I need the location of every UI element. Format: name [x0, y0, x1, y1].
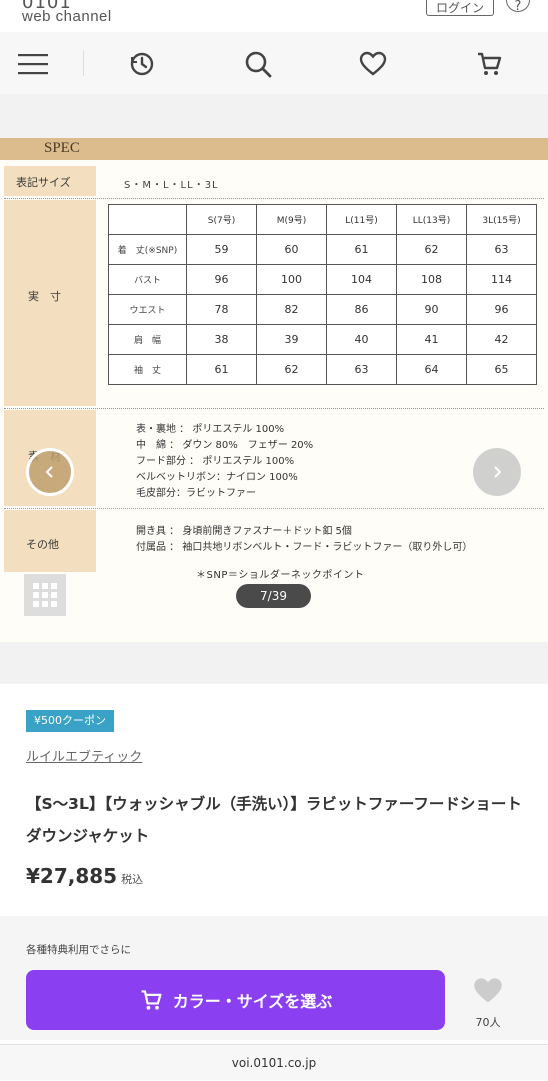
logo-text[interactable]: web channel: [22, 8, 112, 25]
table-corner: [108, 204, 187, 235]
table-row: 袖 丈 61 62 63 64 65: [108, 354, 537, 385]
coupon-badge[interactable]: ¥500クーポン: [26, 710, 114, 732]
chevron-left-icon: [45, 466, 53, 478]
material-line: 毛皮部分：ラビットファー: [136, 488, 256, 499]
benefit-text: 各種特典利用でさらに: [26, 944, 131, 956]
top-bar: 0101 web channel ログイン ?: [0, 0, 548, 32]
product-title: 【S〜3L】【ウォッシャブル（手洗い）】ラビットファーフードショートダウンジャケ…: [26, 795, 522, 845]
nav-divider: [83, 50, 84, 76]
search-icon[interactable]: [242, 48, 274, 80]
sizes-text: S・M・L・LL・3L: [124, 180, 219, 191]
product-info: ¥500クーポン ルイルエブティック 【S〜3L】【ウォッシャブル（手洗い）】ラ…: [0, 684, 548, 916]
actual-label: 実 寸: [28, 290, 61, 303]
grid-icon: [33, 583, 57, 607]
chevron-right-icon: [494, 466, 502, 478]
heart-icon[interactable]: [357, 48, 389, 80]
login-button[interactable]: ログイン: [426, 0, 494, 16]
dotted-divider: [4, 198, 544, 199]
favorite-button[interactable]: [470, 976, 506, 1010]
select-color-size-button[interactable]: カラー・サイズを選ぶ: [26, 970, 445, 1030]
table-header: M(9号): [256, 204, 327, 235]
history-icon[interactable]: [126, 48, 158, 80]
other-line: 開き具 ： 身頃前開きファスナー＋ドット釦 5個: [136, 526, 352, 537]
dotted-divider: [4, 508, 544, 509]
dotted-divider: [4, 408, 544, 409]
material-line: フード部分 ： ポリエステル 100%: [136, 456, 295, 467]
product-gallery[interactable]: SPEC 表記サイズ 実 寸 素 材 その他 S・M・L・LL・3L S(7号)…: [0, 94, 548, 684]
table-header: LL(13号): [396, 204, 467, 235]
table-row: 肩 幅 38 39 40 41 42: [108, 324, 537, 355]
prev-image-button[interactable]: [26, 448, 74, 496]
other-label: その他: [26, 538, 59, 551]
favorite-count: 70人: [475, 1016, 501, 1029]
heart-icon: [474, 978, 502, 1003]
table-row: 着 丈(※SNP) 59 60 61 62 63: [108, 234, 537, 265]
table-header: S(7号): [186, 204, 257, 235]
browser-url-bar[interactable]: voi.0101.co.jp: [0, 1044, 548, 1080]
price-value: ¥27,885: [26, 864, 118, 888]
menu-icon[interactable]: [17, 48, 49, 80]
grid-view-button[interactable]: [24, 574, 66, 616]
material-line: 中 綿 ： ダウン 80% フェザー 20%: [136, 440, 314, 451]
table-row: ウエスト 78 82 86 90 96: [108, 294, 537, 325]
help-icon[interactable]: ?: [506, 0, 530, 14]
cart-icon[interactable]: [473, 48, 505, 80]
table-header: L(11号): [326, 204, 397, 235]
section-separator: [0, 642, 548, 684]
product-price: ¥27,885 税込: [26, 864, 143, 888]
table-row: バスト 96 100 104 108 114: [108, 264, 537, 295]
spec-header: SPEC: [0, 138, 548, 160]
next-image-button[interactable]: [473, 448, 521, 496]
material-line: ベルベットリボン：ナイロン 100%: [136, 472, 298, 483]
table-header: 3L(15号): [466, 204, 537, 235]
brand-link[interactable]: ルイルエブティック: [26, 746, 142, 765]
cta-label: カラー・サイズを選ぶ: [172, 992, 333, 1011]
cart-icon: [141, 990, 162, 1010]
nav-bar: [0, 32, 548, 94]
snp-note: ＊SNP＝ショルダーネックポイント: [196, 570, 365, 581]
size-label: 表記サイズ: [16, 176, 71, 189]
size-table: S(7号) M(9号) L(11号) LL(13号) 3L(15号) 着 丈(※…: [108, 204, 537, 385]
other-line: 付属品 ： 袖口共地リボンベルト・フード・ラビットファー（取り外し可）: [136, 542, 473, 553]
image-counter: 7/39: [236, 584, 311, 608]
material-line: 表・裏地 ： ポリエステル 100%: [136, 424, 285, 435]
tax-label: 税込: [121, 873, 144, 886]
